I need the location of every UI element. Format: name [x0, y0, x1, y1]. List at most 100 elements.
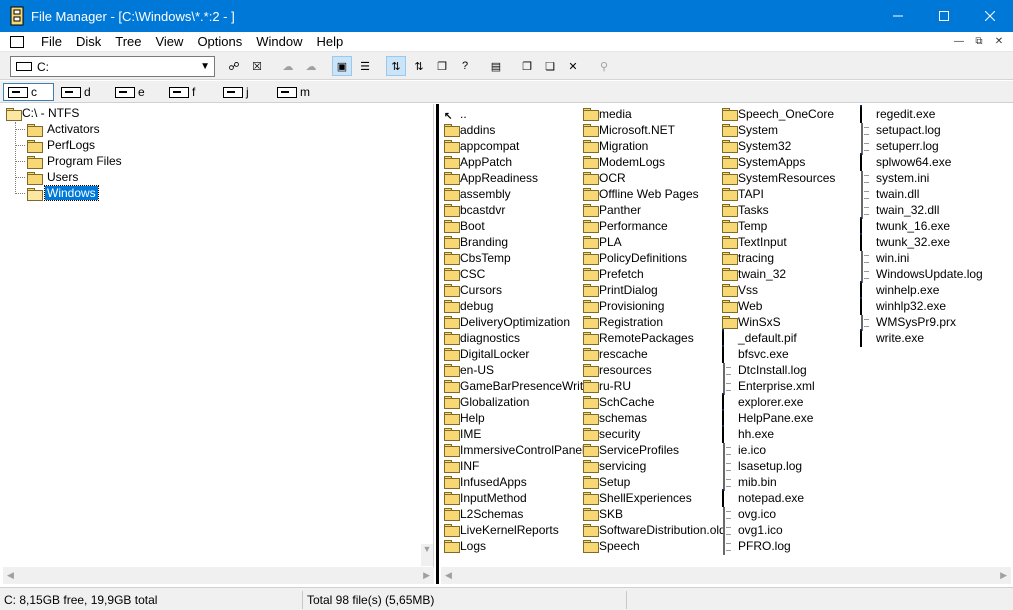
drive-d[interactable]: d	[57, 83, 103, 101]
file-item[interactable]: twunk_16.exe	[860, 217, 950, 235]
file-item[interactable]: winhlp32.exe	[860, 297, 946, 315]
folder-item[interactable]: addins	[444, 122, 495, 138]
folder-item[interactable]: Setup	[583, 474, 630, 490]
folder-item[interactable]: debug	[444, 298, 493, 314]
menu-help[interactable]: Help	[310, 34, 351, 49]
file-item[interactable]: winhelp.exe	[860, 281, 939, 299]
file-item[interactable]: hh.exe	[722, 425, 774, 443]
file-item[interactable]: _default.pif	[722, 329, 797, 347]
folder-item[interactable]: Help	[444, 410, 485, 426]
folder-item[interactable]: IME	[444, 426, 481, 442]
file-item[interactable]: win.ini	[860, 250, 909, 267]
folder-item[interactable]: ServiceProfiles	[583, 442, 679, 458]
file-item[interactable]: WMSysPr9.prx	[860, 314, 956, 331]
folder-item[interactable]: Speech	[583, 538, 640, 554]
folder-item[interactable]: Boot	[444, 218, 485, 234]
folder-item[interactable]: twain_32	[722, 266, 786, 282]
folder-item[interactable]: OCR	[583, 170, 626, 186]
folder-item[interactable]: Vss	[722, 282, 758, 298]
drive-c[interactable]: c	[3, 83, 54, 101]
delete-button[interactable]: ✕	[563, 56, 583, 76]
files-horizontal-scrollbar[interactable]: ◀ ▶	[441, 567, 1011, 584]
file-item[interactable]: setuperr.log	[860, 138, 939, 155]
folder-item[interactable]: DeliveryOptimization	[444, 314, 570, 330]
folder-item[interactable]: ShellExperiences	[583, 490, 692, 506]
folder-item[interactable]: ModemLogs	[583, 154, 665, 170]
drive-f[interactable]: f	[165, 83, 211, 101]
title-bar[interactable]: File Manager - [C:\Windows\*.*:2 - ]	[0, 0, 1013, 32]
folder-item[interactable]: diagnostics	[444, 330, 520, 346]
tree-item-program-files[interactable]: Program Files	[27, 153, 124, 169]
file-item[interactable]: splwow64.exe	[860, 153, 951, 171]
connect-network-button[interactable]: ☁	[278, 56, 298, 76]
folder-item[interactable]: rescache	[583, 346, 648, 362]
folder-item[interactable]: Logs	[444, 538, 486, 554]
folder-item[interactable]: PrintDialog	[583, 282, 658, 298]
folder-item[interactable]: Performance	[583, 218, 668, 234]
folder-item[interactable]: LiveKernelReports	[444, 522, 559, 538]
folder-item[interactable]: L2Schemas	[444, 506, 523, 522]
maximize-button[interactable]	[921, 0, 967, 32]
drive-m[interactable]: m	[273, 83, 319, 101]
folder-item[interactable]: resources	[583, 362, 652, 378]
folder-item[interactable]: servicing	[583, 458, 646, 474]
file-item[interactable]: bfsvc.exe	[722, 345, 789, 363]
folder-item[interactable]: PolicyDefinitions	[583, 250, 687, 266]
file-item[interactable]: explorer.exe	[722, 393, 803, 411]
folder-item[interactable]: schemas	[583, 410, 647, 426]
file-list[interactable]: ◀ ▶ ↖.. addins appcompat AppPatch AppReadine…	[441, 104, 1011, 584]
mdi-close-button[interactable]: ✕	[991, 35, 1007, 49]
tree-horizontal-scrollbar[interactable]: ◀ ▶	[3, 567, 434, 584]
file-item[interactable]: HelpPane.exe	[722, 409, 813, 427]
folder-item[interactable]: SKB	[583, 506, 623, 522]
file-item[interactable]: twain_32.dll	[860, 202, 939, 219]
file-item[interactable]: mib.bin	[722, 474, 777, 491]
file-item[interactable]: PFRO.log	[722, 538, 791, 555]
menu-tree[interactable]: Tree	[108, 34, 148, 49]
folder-item[interactable]: security	[583, 426, 640, 442]
tree-root[interactable]: C:\ - NTFS	[6, 105, 81, 121]
file-item[interactable]: twunk_32.exe	[860, 233, 950, 251]
directory-tree[interactable]: C:\ - NTFS Activators PerfLogs Program F…	[3, 104, 434, 584]
drive-select[interactable]: C: ▼	[10, 56, 215, 77]
close-button[interactable]	[967, 0, 1013, 32]
sort-by-type-button[interactable]: ⇅	[409, 56, 429, 76]
sort-by-name-button[interactable]: ⇅	[386, 56, 406, 76]
menu-view[interactable]: View	[148, 34, 190, 49]
folder-item[interactable]: SoftwareDistribution.old	[583, 522, 726, 538]
folder-item[interactable]: RemotePackages	[583, 330, 694, 346]
folder-item[interactable]: ImmersiveControlPanel	[444, 442, 585, 458]
folder-item[interactable]: PLA	[583, 234, 622, 250]
tree-item-windows[interactable]: Windows	[27, 185, 99, 201]
folder-item[interactable]: WinSxS	[722, 314, 781, 330]
folder-item[interactable]: GameBarPresenceWriter	[444, 378, 594, 394]
folder-item[interactable]: Panther	[583, 202, 641, 218]
folder-item[interactable]: Speech_OneCore	[722, 106, 834, 122]
connect-drive-button[interactable]: ☍	[224, 56, 244, 76]
disconnect-drive-button[interactable]: ☒	[247, 56, 267, 76]
folder-item[interactable]: InfusedApps	[444, 474, 527, 490]
compress-button[interactable]: ⚲	[594, 56, 614, 76]
folder-item[interactable]: media	[583, 106, 632, 122]
minimize-button[interactable]	[875, 0, 921, 32]
folder-item[interactable]: Branding	[444, 234, 508, 250]
file-item[interactable]: DtcInstall.log	[722, 362, 807, 379]
new-window-button[interactable]: ❐	[432, 56, 452, 76]
folder-item[interactable]: TAPI	[722, 186, 764, 202]
folder-item[interactable]: Migration	[583, 138, 648, 154]
menu-options[interactable]: Options	[190, 34, 249, 49]
details-view-button[interactable]: ☰	[355, 56, 375, 76]
folder-item[interactable]: SystemResources	[722, 170, 835, 186]
folder-item[interactable]: appcompat	[444, 138, 519, 154]
file-item[interactable]: lsasetup.log	[722, 458, 802, 475]
menu-file[interactable]: File	[34, 34, 69, 49]
tree-item-activators[interactable]: Activators	[27, 121, 102, 137]
folder-item[interactable]: TextInput	[722, 234, 787, 250]
run-button[interactable]: ▤	[486, 56, 506, 76]
large-icons-view-button[interactable]: ▣	[332, 56, 352, 76]
mdi-system-menu-icon[interactable]	[10, 35, 24, 48]
disconnect-network-button[interactable]: ☁	[301, 56, 321, 76]
folder-item[interactable]: Tasks	[722, 202, 769, 218]
file-item[interactable]: ie.ico	[722, 442, 766, 459]
tree-item-perflogs[interactable]: PerfLogs	[27, 137, 97, 153]
